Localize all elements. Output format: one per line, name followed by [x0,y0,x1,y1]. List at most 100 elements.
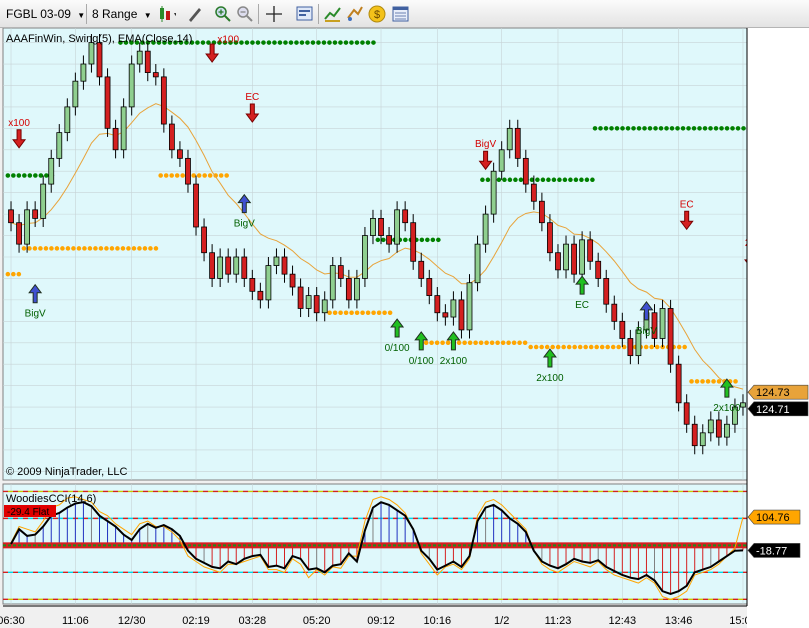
candle-body [474,243,481,284]
candle-body [88,42,95,65]
candle-body [233,256,240,275]
ninjatrader-chart-window: FGBL 03-09 ▼ 8 Range ▼ $ x100 BigV x100 … [0,0,809,628]
candle-body [265,265,272,301]
drawing-tool-icon[interactable] [186,5,204,23]
candle-body [136,50,143,65]
chart-area[interactable]: 125.55125.50125.45125.40125.35125.30125.… [0,28,809,628]
time-tick-label: 05:20 [303,615,331,627]
candle-body [370,218,376,236]
time-tick-label: 10:16 [424,615,452,627]
chart-style-icon[interactable] [158,5,176,23]
candle-body [571,243,577,275]
candle-body [482,213,489,245]
candle-body [579,239,586,275]
cci-badge-label: -29.4 Flat [7,507,49,518]
time-tick-label: 12/30 [118,615,146,627]
time-tick-label: 11:23 [545,615,572,627]
zoom-out-icon[interactable] [236,5,254,23]
signal-label: BigV [475,139,496,150]
indicators-icon[interactable] [324,5,342,23]
candle-body [667,308,674,365]
strategies-icon[interactable] [346,5,364,23]
candle-body [691,423,698,447]
cci-value-tag-label: -18.77 [756,545,787,557]
ema-price-tag-label: 124.73 [756,387,790,399]
toolbar-divider [86,4,87,24]
signal-label: 2x100 [713,403,741,414]
svg-text:$: $ [374,9,380,21]
candle-body [538,200,545,224]
signal-label: 2x100 [536,373,564,384]
signal-label: BigV [234,219,255,230]
candle-body [80,63,87,82]
data-box-icon[interactable] [296,5,314,23]
candle-body [128,63,135,108]
period-selector[interactable]: 8 Range ▼ [92,4,152,24]
toolbar-divider [258,4,259,24]
candle-body [32,209,39,219]
candle-body [241,256,248,279]
candle-body [442,312,449,318]
candle-body [378,218,384,236]
candle-body [506,127,513,151]
candle-body [699,432,706,447]
candle-body [522,157,529,185]
chart-toolbar: FGBL 03-09 ▼ 8 Range ▼ $ [0,0,809,28]
price-panel: 125.55125.50125.45125.40125.35125.30125.… [2,28,809,481]
signal-label: BigV [636,326,657,337]
crosshair-icon[interactable] [265,5,283,23]
turbo-cci-tag-label: 104.76 [756,512,790,524]
signal-label: EC [680,199,694,210]
time-tick-label: 02:19 [182,615,210,627]
candle-body [345,278,352,301]
strategy-dollar-icon[interactable]: $ [368,5,386,23]
candle-body [490,170,497,215]
candle-body [289,273,296,288]
chevron-down-icon: ▼ [143,11,152,20]
candle-body [64,106,71,134]
candle-body [8,209,14,224]
candle-body [40,183,47,219]
cci-indicator-label: WoodiesCCI(14,6) [6,493,96,505]
instrument-selector[interactable]: FGBL 03-09 ▼ [6,4,85,24]
candle-body [353,278,360,301]
candle-body [72,80,79,108]
candle-body [112,127,119,151]
candle-body [466,282,473,331]
time-tick-label: 12:43 [609,615,637,627]
candle-body [675,363,682,404]
signal-label: BigV [25,309,46,320]
candle-body [450,299,457,318]
properties-icon[interactable] [392,5,410,23]
candle-body [225,256,232,275]
candle-body [257,290,264,301]
candle-body [217,256,224,279]
candle-body [603,278,610,305]
candle-body [514,127,521,159]
time-tick-label: 03:28 [239,615,267,627]
zoom-in-icon[interactable] [214,5,232,23]
candle-body [740,402,746,408]
time-tick-label: 09:12 [367,615,395,627]
signal-label: x100 [217,35,239,46]
candle-body [24,209,31,245]
cci-panel: 200100-100-200 [2,483,779,606]
candle-body [418,260,425,279]
candle-body [707,419,714,434]
copyright-label: © 2009 NinjaTrader, LLC [6,466,127,478]
candle-body [563,243,569,271]
time-axis: 06:30 11:06 12/30 02:19 03:28 05:20 09:12 10:16… [0,605,757,627]
candle-body [281,256,288,275]
candle-body [555,252,561,271]
candle-body [587,239,594,262]
candle-body [498,149,505,172]
candle-body [16,222,22,245]
instrument-label: FGBL 03-09 [6,7,71,21]
candle-body [120,106,127,151]
time-tick-label: 06:30 [0,615,25,627]
chevron-down-icon: ▼ [77,11,86,20]
indicator-label: AAAFinWin, Swing(5), EMA(Close,14) [6,33,192,45]
candle-body [426,278,433,296]
signal-label: x100 [8,118,30,129]
time-tick-label: 13:46 [665,615,693,627]
